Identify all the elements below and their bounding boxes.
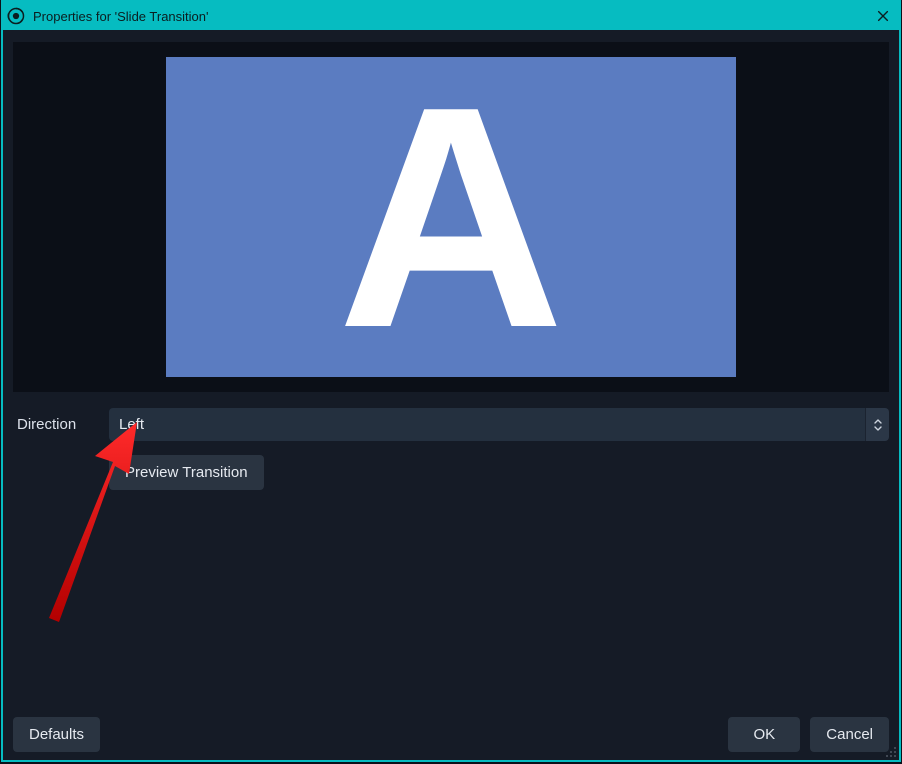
form-area: Direction Left Preview Transition Defaul [13, 404, 889, 752]
preview-button-row: Preview Transition [13, 455, 889, 490]
close-icon[interactable] [873, 6, 893, 26]
cancel-button[interactable]: Cancel [810, 717, 889, 752]
resize-grip-icon[interactable] [883, 744, 897, 758]
preview-letter: A [337, 67, 564, 367]
preview-area: A [13, 42, 889, 392]
direction-row: Direction Left [13, 408, 889, 441]
preview-canvas: A [166, 57, 736, 377]
app-icon [7, 7, 25, 25]
preview-transition-button[interactable]: Preview Transition [109, 455, 264, 490]
window-title: Properties for 'Slide Transition' [33, 9, 209, 24]
defaults-button[interactable]: Defaults [13, 717, 100, 752]
dialog-content: A Direction Left Preview Tran [3, 30, 899, 760]
dialog-window: Properties for 'Slide Transition' A Dire… [1, 0, 901, 762]
select-spinner[interactable] [865, 408, 889, 441]
ok-button[interactable]: OK [728, 717, 800, 752]
titlebar[interactable]: Properties for 'Slide Transition' [3, 2, 899, 30]
dialog-footer: Defaults OK Cancel [13, 713, 889, 752]
direction-label: Direction [13, 416, 99, 433]
form-flex-spacer [13, 504, 889, 699]
direction-select[interactable]: Left [109, 408, 889, 441]
direction-value[interactable]: Left [109, 408, 865, 441]
